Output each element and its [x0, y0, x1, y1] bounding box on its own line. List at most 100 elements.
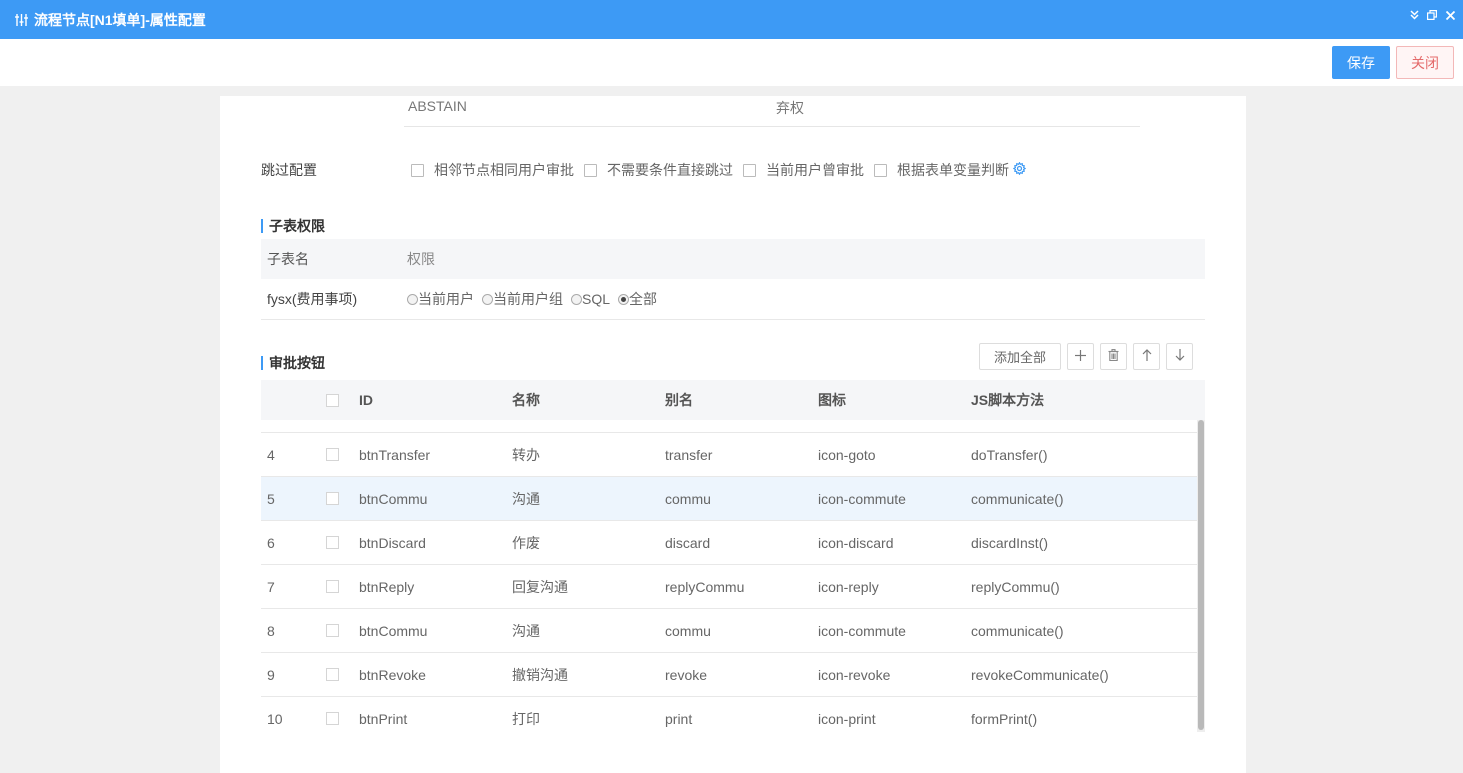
row-index: 5 — [267, 490, 275, 507]
scrollbar-header-gap — [1197, 380, 1205, 420]
radio-label: SQL — [582, 291, 611, 307]
row-checkbox-cell — [326, 433, 339, 476]
column-header-js-method[interactable]: JS脚本方法 — [971, 380, 1044, 420]
radio-label: 当前用户 — [418, 291, 474, 307]
button-icon-name: icon-revoke — [818, 666, 891, 683]
skip-option-label: 当前用户曾审批 — [766, 162, 864, 178]
add-button[interactable] — [1067, 343, 1094, 370]
table-row: fysx(费用事项) 当前用户 当前用户组 SQL 全部 — [261, 279, 1205, 320]
row-checkbox-cell — [326, 653, 339, 696]
checkbox[interactable] — [743, 163, 756, 177]
radio-current-user-group[interactable]: 当前用户组 — [482, 289, 563, 309]
button-name: 作废 — [512, 534, 540, 551]
row-index: 7 — [267, 578, 275, 595]
button-js-method: communicate() — [971, 622, 1064, 639]
radio-button[interactable] — [407, 293, 418, 305]
table-row[interactable]: 4 btnTransfer 转办 transfer icon-goto doTransfe… — [261, 433, 1197, 477]
button-name: 转办 — [512, 446, 540, 463]
button-id: btnCommu — [359, 622, 428, 639]
window-title: 流程节点[N1填单]-属性配置 — [34, 11, 206, 28]
column-header-permission: 权限 — [407, 251, 435, 267]
radio-all[interactable]: 全部 — [618, 289, 657, 309]
checkbox[interactable] — [411, 163, 424, 177]
row-index: 10 — [267, 710, 283, 727]
row-index: 8 — [267, 622, 275, 639]
table-row[interactable]: 5 btnCommu 沟通 commu icon-commute communicate(… — [261, 477, 1197, 521]
button-js-method: doTransfer() — [971, 446, 1048, 463]
button-icon-name: icon-goto — [818, 446, 876, 463]
column-header-name[interactable]: 名称 — [512, 380, 540, 420]
vertical-scrollbar[interactable] — [1197, 420, 1205, 732]
row-checkbox[interactable] — [326, 492, 339, 505]
row-checkbox-cell — [326, 565, 339, 608]
scrollbar-thumb[interactable] — [1198, 420, 1204, 730]
button-icon-name: icon-commute — [818, 490, 906, 507]
button-alias: print — [665, 710, 693, 727]
add-all-button[interactable]: 添加全部 — [979, 343, 1061, 370]
radio-sql[interactable]: SQL — [571, 291, 610, 307]
skip-option-user-approved[interactable]: 当前用户曾审批 — [743, 160, 864, 180]
row-checkbox[interactable] — [326, 536, 339, 549]
restore-icon[interactable] — [1425, 8, 1439, 22]
abstain-row: ABSTAIN 弃权 — [404, 96, 1140, 127]
table-row[interactable]: 8 btnCommu 沟通 commu icon-commute communicate(… — [261, 609, 1197, 653]
button-id: btnTransfer — [359, 446, 431, 463]
row-checkbox-cell — [326, 609, 339, 652]
close-icon[interactable] — [1443, 8, 1457, 22]
radio-button[interactable] — [618, 293, 630, 305]
checkbox[interactable] — [874, 163, 887, 177]
subtable-name: fysx(费用事项) — [267, 291, 358, 307]
table-row[interactable]: 9 btnRevoke 撤销沟通 revoke icon-revoke revokeCom… — [261, 653, 1197, 697]
column-header-alias[interactable]: 别名 — [665, 380, 693, 420]
sliders-icon — [14, 13, 28, 27]
row-checkbox[interactable] — [326, 624, 339, 637]
radio-label: 当前用户组 — [493, 291, 563, 307]
column-header-icon[interactable]: 图标 — [818, 380, 846, 420]
button-js-method: formPrint() — [971, 710, 1038, 727]
button-id: btnReply — [359, 578, 415, 595]
collapse-icon[interactable] — [1407, 8, 1421, 22]
skip-option-same-user[interactable]: 相邻节点相同用户审批 — [411, 160, 574, 180]
row-checkbox[interactable] — [326, 668, 339, 681]
checkbox[interactable] — [584, 163, 597, 177]
button-js-method: revokeCommunicate() — [971, 666, 1109, 683]
gear-icon[interactable] — [1012, 161, 1027, 178]
radio-button[interactable] — [482, 293, 493, 305]
row-checkbox[interactable] — [326, 580, 339, 593]
close-button[interactable]: 关闭 — [1396, 46, 1454, 79]
window-titlebar: 流程节点[N1填单]-属性配置 — [0, 0, 1463, 39]
row-checkbox[interactable] — [326, 712, 339, 725]
radio-current-user[interactable]: 当前用户 — [407, 289, 474, 309]
move-up-button[interactable] — [1133, 343, 1160, 370]
table-row[interactable]: 6 btnDiscard 作废 discard icon-discard discardI… — [261, 521, 1197, 565]
table-header: ID 名称 别名 图标 JS脚本方法 — [261, 380, 1197, 420]
table-row[interactable]: 7 btnReply 回复沟通 replyCommu icon-reply replyCo… — [261, 565, 1197, 609]
skip-config-label: 跳过配置 — [261, 162, 317, 178]
select-all-checkbox[interactable] — [326, 393, 339, 407]
approval-buttons-toolbar: 添加全部 — [979, 343, 1193, 370]
button-icon-name: icon-commute — [818, 622, 906, 639]
button-alias: replyCommu — [665, 578, 745, 595]
save-button[interactable]: 保存 — [1332, 46, 1390, 79]
skip-option-no-condition[interactable]: 不需要条件直接跳过 — [584, 160, 733, 180]
button-icon-name: icon-discard — [818, 534, 894, 551]
table-header: 子表名 权限 — [261, 239, 1205, 279]
delete-button[interactable] — [1100, 343, 1127, 370]
skip-option-form-variable[interactable]: 根据表单变量判断 — [874, 160, 1009, 180]
abstain-label: 弃权 — [776, 100, 804, 116]
move-down-button[interactable] — [1166, 343, 1193, 370]
button-alias: commu — [665, 490, 711, 507]
button-id: btnRevoke — [359, 666, 426, 683]
button-name: 沟通 — [512, 490, 540, 507]
row-checkbox[interactable] — [326, 448, 339, 461]
approval-buttons-grid: ID 名称 别名 图标 JS脚本方法 4 btnTransfer 转办 transfe… — [261, 380, 1205, 732]
button-id: btnDiscard — [359, 534, 426, 551]
skip-option-label: 不需要条件直接跳过 — [607, 162, 733, 178]
arrow-up-icon — [1142, 349, 1152, 364]
button-icon-name: icon-print — [818, 710, 876, 727]
radio-button[interactable] — [571, 293, 582, 305]
button-id: btnCommu — [359, 490, 428, 507]
column-header-id[interactable]: ID — [359, 380, 373, 420]
table-row[interactable]: 10 btnPrint 打印 print icon-print formPrint() — [261, 697, 1197, 732]
radio-label: 全部 — [629, 291, 658, 307]
